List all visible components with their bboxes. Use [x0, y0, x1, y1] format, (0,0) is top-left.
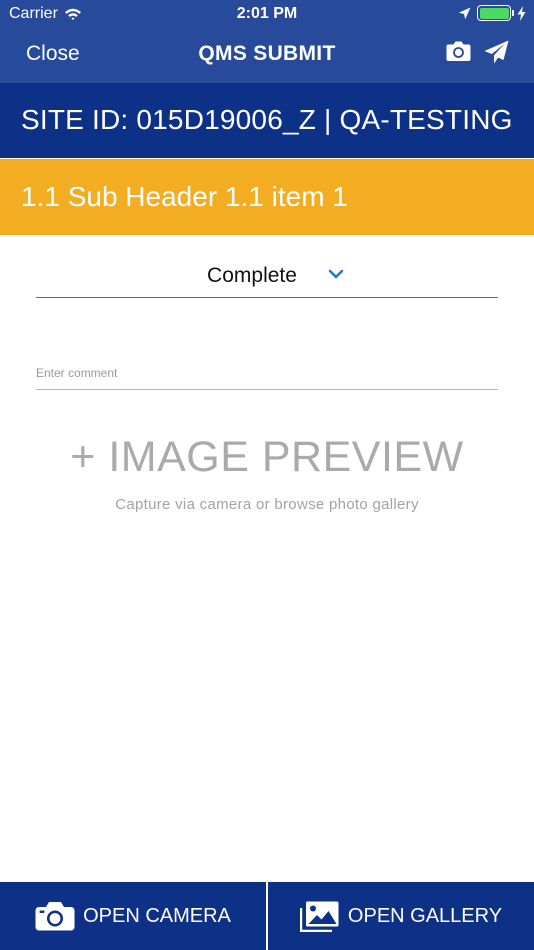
open-camera-button[interactable]: OPEN CAMERA [0, 882, 266, 950]
image-preview-title[interactable]: + IMAGE PREVIEW [0, 433, 534, 482]
open-camera-label: OPEN CAMERA [83, 904, 231, 927]
send-icon[interactable] [484, 40, 509, 64]
sub-header: 1.1 Sub Header 1.1 item 1 [0, 159, 534, 235]
image-preview-hint: Capture via camera or browse photo galle… [115, 496, 419, 513]
camera-icon [35, 902, 75, 931]
status-select-value: Complete [207, 264, 297, 287]
sub-header-text: 1.1 Sub Header 1.1 item 1 [21, 181, 348, 212]
charging-bolt-icon [517, 5, 526, 21]
navigation-bar: Close QMS SUBMIT [0, 28, 534, 83]
comment-field-wrapper [36, 360, 498, 390]
gallery-icon [299, 901, 339, 932]
status-select[interactable]: Complete [36, 255, 498, 298]
site-header: SITE ID: 015D19006_Z | QA-TESTING [0, 83, 534, 158]
top-bar: Carrier 2:01 PM Close QMS SUBMIT [0, 0, 534, 83]
battery-icon [477, 5, 514, 21]
location-arrow-icon [458, 7, 471, 19]
camera-icon[interactable] [446, 40, 471, 62]
status-time: 2:01 PM [236, 5, 298, 22]
bottom-action-bar: OPEN CAMERA OPEN GALLERY [0, 882, 534, 950]
comment-input[interactable] [36, 360, 498, 386]
open-gallery-label: OPEN GALLERY [347, 904, 503, 927]
site-id-text: SITE ID: 015D19006_Z | QA-TESTING [21, 104, 513, 135]
open-gallery-button[interactable]: OPEN GALLERY [268, 882, 534, 950]
status-bar: Carrier 2:01 PM [0, 0, 534, 28]
status-indicators [458, 5, 526, 21]
chevron-down-icon [328, 269, 344, 279]
